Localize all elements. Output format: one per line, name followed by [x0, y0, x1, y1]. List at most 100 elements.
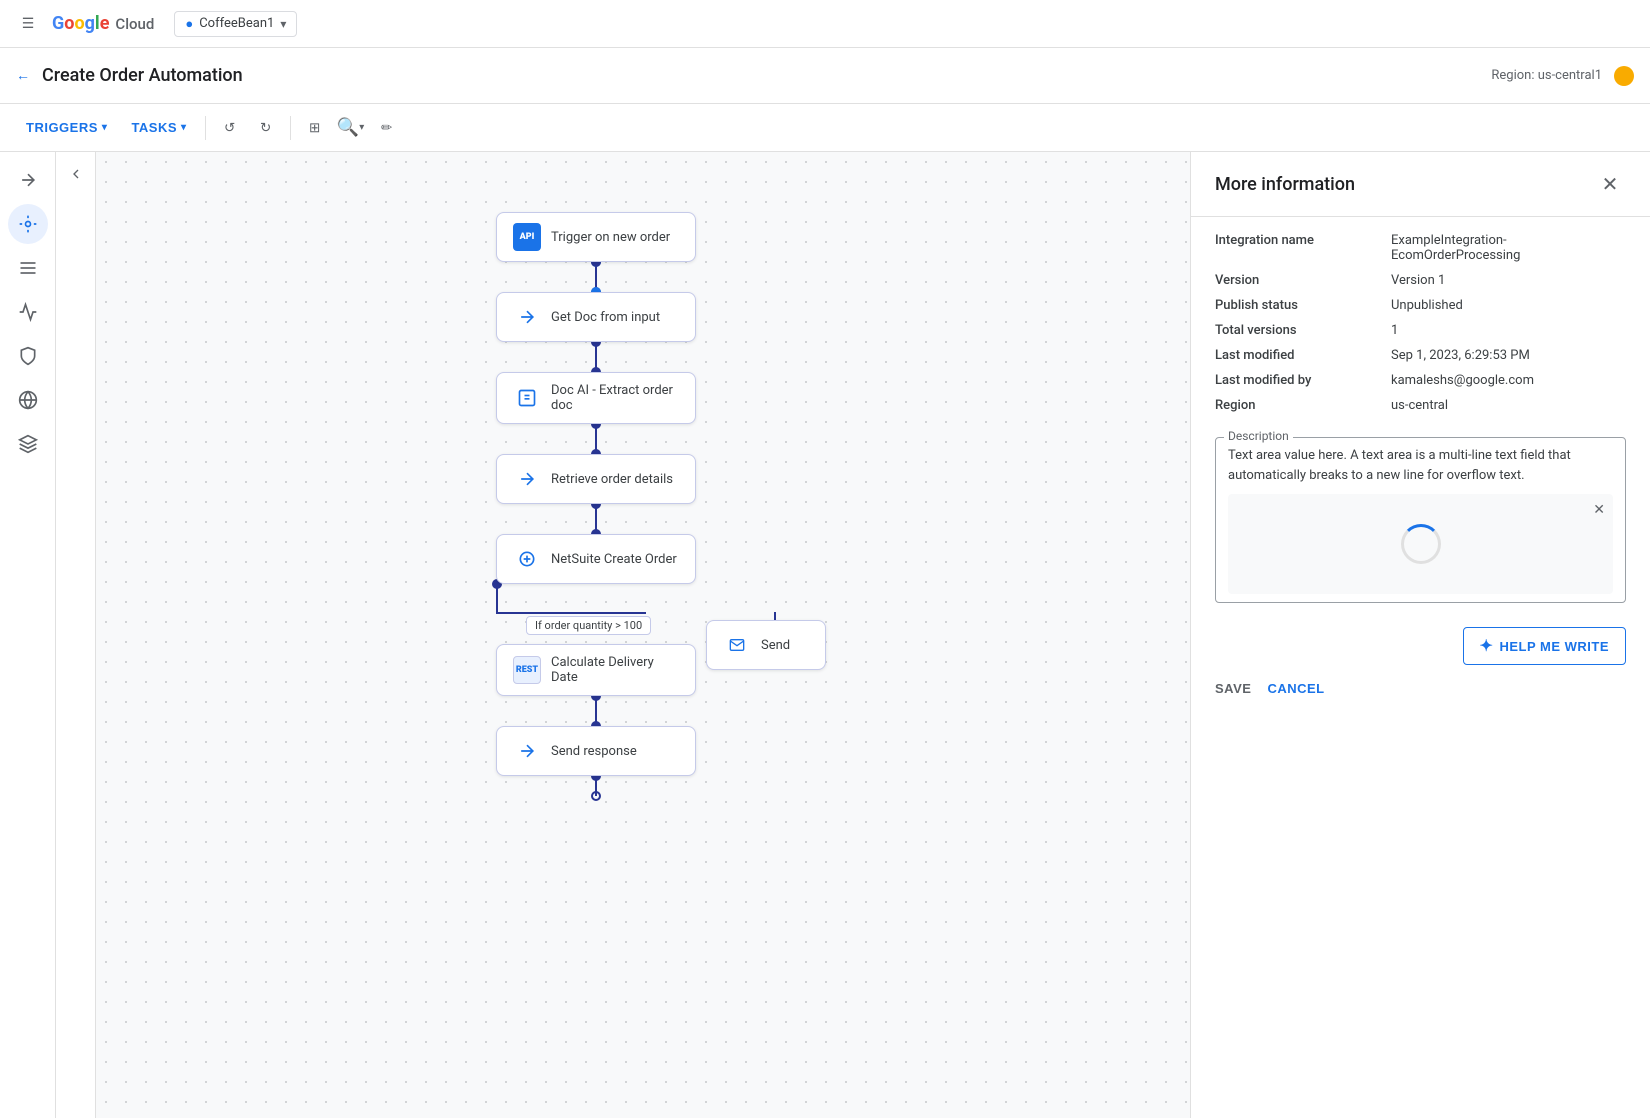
close-icon: ✕	[1602, 172, 1619, 196]
cloud-text: Cloud	[115, 15, 154, 33]
inner-sidebar-toggle[interactable]	[62, 160, 90, 188]
region-label-panel: Region	[1215, 398, 1375, 413]
triggers-label: TRIGGERS	[26, 120, 98, 135]
node-netsuite[interactable]: NetSuite Create Order	[496, 534, 696, 584]
node-retrieve[interactable]: Retrieve order details	[496, 454, 696, 504]
toolbar-divider-1	[205, 116, 206, 140]
node-calculate-label: Calculate Delivery Date	[551, 655, 679, 685]
inner-sidebar	[56, 152, 96, 1118]
description-text[interactable]: Text area value here. A text area is a m…	[1228, 446, 1613, 486]
undo-button[interactable]: ↺	[214, 112, 246, 144]
loading-inner	[1228, 494, 1613, 594]
sidebar-item-flow[interactable]	[8, 160, 48, 200]
help-me-write-button[interactable]: ✦ HELP ME WRITE	[1463, 627, 1626, 665]
node-trigger-label: Trigger on new order	[551, 230, 670, 245]
connector-2	[595, 342, 597, 372]
panel-header: More information ✕	[1191, 152, 1650, 217]
sidebar-item-variables[interactable]	[8, 424, 48, 464]
sidebar-item-list[interactable]	[8, 248, 48, 288]
triggers-dropdown-icon: ▾	[102, 122, 108, 133]
sidebar-item-chart[interactable]	[8, 292, 48, 332]
total-versions-value: 1	[1391, 323, 1626, 338]
branch-line	[496, 612, 646, 614]
google-logo-g: Google	[52, 13, 109, 34]
page-title-bar: ← Create Order Automation Region: us-cen…	[0, 48, 1650, 104]
version-value: Version 1	[1391, 273, 1626, 288]
canvas-area[interactable]: API Trigger on new order Get Doc from in…	[96, 152, 1190, 1118]
node-send-partial[interactable]: Send	[706, 620, 826, 670]
total-versions-label: Total versions	[1215, 323, 1375, 338]
project-selector[interactable]: ● CoffeeBean1 ▾	[174, 11, 297, 37]
help-me-write-label: HELP ME WRITE	[1499, 639, 1609, 654]
triggers-button[interactable]: TRIGGERS ▾	[16, 114, 117, 141]
sidebar-item-globe[interactable]	[8, 380, 48, 420]
main-layout: API Trigger on new order Get Doc from in…	[0, 152, 1650, 1118]
connector-4	[595, 504, 597, 534]
google-cloud-logo: Google Cloud	[52, 13, 154, 34]
tasks-button[interactable]: TASKS ▾	[121, 114, 196, 141]
doc-ai-icon	[513, 384, 541, 412]
project-name: CoffeeBean1	[199, 16, 274, 31]
send-partial-container: Send	[706, 620, 826, 670]
menu-icon[interactable]: ☰	[16, 12, 40, 36]
branch-area: If order quantity > 100 Send	[396, 584, 796, 644]
topbar: ☰ Google Cloud ● CoffeeBean1 ▾	[0, 0, 1650, 48]
sidebar-item-security[interactable]	[8, 336, 48, 376]
integration-name-value: ExampleIntegration-EcomOrderProcessing	[1391, 233, 1626, 263]
node-calculate[interactable]: REST Calculate Delivery Date	[496, 644, 696, 696]
node-trigger[interactable]: API Trigger on new order	[496, 212, 696, 262]
region-value: us-central	[1391, 398, 1626, 413]
last-modified-value: Sep 1, 2023, 6:29:53 PM	[1391, 348, 1626, 363]
redo-icon: ↻	[260, 120, 271, 136]
panel-close-button[interactable]: ✕	[1594, 168, 1626, 200]
zoom-button[interactable]: 🔍 ▾	[335, 112, 367, 144]
loading-close-button[interactable]: ✕	[1593, 502, 1605, 518]
save-button[interactable]: SAVE	[1215, 681, 1251, 696]
layout-button[interactable]: ⊞	[299, 112, 331, 144]
node-retrieve-label: Retrieve order details	[551, 472, 673, 487]
description-section: Description Text area value here. A text…	[1191, 429, 1650, 619]
tasks-dropdown-icon: ▾	[181, 122, 187, 133]
right-panel: More information ✕ Integration name Exam…	[1190, 152, 1650, 1118]
pen-icon: ✏	[381, 120, 392, 136]
project-dropdown-icon: ▾	[280, 17, 286, 31]
last-modified-label: Last modified	[1215, 348, 1375, 363]
region-label: Region: us-central1	[1491, 68, 1602, 83]
description-legend: Description	[1224, 429, 1293, 443]
sidebar-item-active[interactable]	[8, 204, 48, 244]
node-send-response-label: Send response	[551, 744, 637, 759]
connector-end	[595, 776, 597, 796]
zoom-icon: 🔍	[337, 117, 359, 138]
node-send-response[interactable]: Send response	[496, 726, 696, 776]
toolbar: TRIGGERS ▾ TASKS ▾ ↺ ↻ ⊞ 🔍 ▾ ✏	[0, 104, 1650, 152]
branch-connector-left	[496, 584, 498, 614]
left-sidebar	[0, 152, 56, 1118]
back-button[interactable]: ←	[16, 67, 30, 84]
integration-name-label: Integration name	[1215, 233, 1375, 263]
panel-actions: SAVE CANCEL	[1191, 673, 1650, 712]
send-response-icon	[513, 737, 541, 765]
node-get-doc[interactable]: Get Doc from input	[496, 292, 696, 342]
publish-status-label: Publish status	[1215, 298, 1375, 313]
pen-button[interactable]: ✏	[371, 112, 403, 144]
connector-3	[595, 424, 597, 454]
tasks-label: TASKS	[131, 120, 177, 135]
node-doc-ai[interactable]: Doc AI - Extract order doc	[496, 372, 696, 424]
api-icon: API	[513, 223, 541, 251]
last-modified-by-value: kamaleshs@google.com	[1391, 373, 1626, 388]
zoom-dropdown-icon: ▾	[359, 122, 364, 133]
redo-button[interactable]: ↻	[250, 112, 282, 144]
help-me-write-container: ✦ HELP ME WRITE	[1215, 627, 1626, 665]
node-doc-ai-label: Doc AI - Extract order doc	[551, 383, 679, 413]
description-fieldset: Description Text area value here. A text…	[1215, 437, 1626, 603]
last-modified-by-label: Last modified by	[1215, 373, 1375, 388]
close-overlay-icon: ✕	[1593, 502, 1605, 518]
magic-wand-icon: ✦	[1480, 636, 1494, 656]
node-send-partial-label: Send	[761, 638, 790, 653]
info-grid: Integration name ExampleIntegration-Ecom…	[1191, 217, 1650, 429]
cancel-button[interactable]: CANCEL	[1267, 681, 1324, 696]
loading-spinner	[1401, 524, 1441, 564]
send-partial-icon	[723, 631, 751, 659]
toolbar-divider-2	[290, 116, 291, 140]
status-indicator	[1614, 66, 1634, 86]
